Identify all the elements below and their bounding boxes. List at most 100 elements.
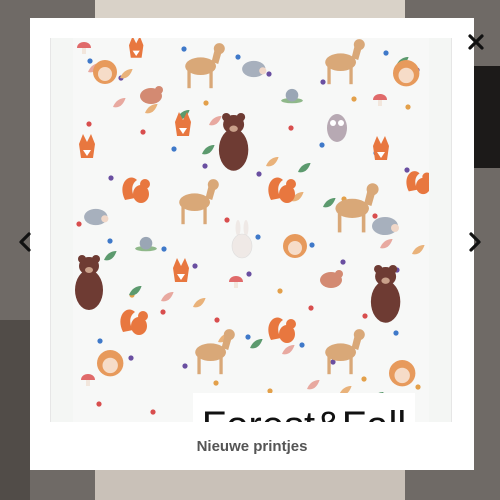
berry-motif — [277, 288, 283, 294]
berry-motif — [96, 401, 102, 407]
mushroom-motif — [373, 94, 387, 106]
hedgehog-face-motif — [93, 60, 117, 84]
fox-motif — [373, 136, 389, 160]
leaf-motif — [129, 286, 142, 296]
fabric-pattern — [73, 38, 432, 422]
owl-motif — [327, 114, 347, 142]
berry-motif — [320, 79, 326, 85]
bear-motif — [218, 112, 249, 171]
leaf-motif — [250, 339, 263, 349]
berry-motif — [245, 334, 251, 340]
berry-motif — [309, 242, 315, 248]
background-page-strip-right — [474, 66, 500, 168]
squirrel-motif — [406, 171, 432, 195]
berry-motif — [372, 213, 378, 219]
snail-motif — [281, 88, 303, 104]
berry-motif — [404, 167, 410, 173]
leaf-motif — [209, 116, 222, 126]
leaf-motif — [104, 251, 117, 261]
berry-motif — [107, 238, 113, 244]
berry-motif — [213, 380, 219, 386]
berry-motif — [108, 175, 114, 181]
leaf-motif — [380, 239, 393, 249]
mouse-motif — [140, 86, 163, 104]
hedgehog-face-motif — [283, 234, 307, 258]
squirrel-motif — [120, 309, 148, 335]
close-icon — [468, 34, 484, 50]
berry-motif — [405, 104, 411, 110]
squirrel-motif — [122, 177, 150, 203]
berry-motif — [160, 309, 166, 315]
berry-motif — [214, 317, 220, 323]
deer-motif — [179, 179, 219, 225]
berry-motif — [224, 217, 230, 223]
berry-motif — [86, 121, 92, 127]
leaf-motif — [193, 298, 206, 308]
fox-motif — [173, 258, 189, 282]
brand-title: Forest&Fall — [202, 404, 407, 423]
deer-motif — [195, 329, 235, 375]
leaf-motif — [145, 104, 158, 114]
berry-motif — [299, 342, 305, 348]
berry-motif — [161, 246, 167, 252]
berry-motif — [362, 313, 368, 319]
mushroom-motif — [77, 42, 91, 54]
berry-motif — [87, 58, 93, 64]
berry-motif — [76, 221, 82, 227]
hedgehog-motif — [84, 208, 109, 226]
deer-motif — [325, 39, 365, 85]
brand-label: Forest&Fall — [193, 393, 415, 422]
leaf-motif — [120, 69, 133, 79]
leaf-motif — [202, 145, 215, 155]
mushroom-motif — [229, 276, 243, 288]
hedgehog-motif — [242, 60, 267, 78]
mushroom-motif — [81, 374, 95, 386]
leaf-motif — [161, 292, 174, 302]
bear-motif — [370, 264, 401, 323]
berry-motif — [308, 305, 314, 311]
leaf-motif — [266, 157, 279, 167]
berry-motif — [192, 263, 198, 269]
squirrel-motif — [268, 177, 296, 203]
berry-motif — [361, 376, 367, 382]
berry-motif — [128, 355, 134, 361]
berry-motif — [393, 330, 399, 336]
next-image-button[interactable] — [462, 228, 488, 256]
squirrel-motif — [268, 317, 296, 343]
berry-motif — [140, 129, 146, 135]
berry-motif — [288, 125, 294, 131]
bunny-motif — [231, 220, 253, 259]
leaf-motif — [307, 380, 320, 390]
hedgehog-face-motif — [97, 350, 124, 377]
berry-motif — [203, 100, 209, 106]
deer-motif — [325, 329, 365, 375]
background-page-strip-bottom — [95, 470, 405, 500]
berry-motif — [202, 163, 208, 169]
close-button[interactable] — [462, 28, 490, 56]
fox-motif — [79, 134, 95, 158]
product-photo: Forest&Fall — [50, 38, 452, 422]
chevron-right-icon — [469, 232, 481, 252]
mouse-motif — [320, 270, 343, 288]
snail-motif — [135, 236, 157, 252]
bear-motif — [75, 255, 103, 310]
berry-motif — [171, 146, 177, 152]
berry-motif — [181, 46, 187, 52]
berry-motif — [255, 234, 261, 240]
berry-motif — [256, 171, 262, 177]
previous-image-button[interactable] — [12, 228, 38, 256]
berry-motif — [351, 96, 357, 102]
background-page-strip-top — [95, 0, 405, 18]
berry-motif — [415, 384, 421, 390]
berry-motif — [266, 71, 272, 77]
berry-motif — [319, 142, 325, 148]
hedgehog-motif — [372, 217, 399, 235]
background-page-shade-left — [0, 320, 30, 500]
hedgehog-face-motif — [393, 60, 420, 87]
berry-motif — [182, 363, 188, 369]
image-caption: Nieuwe printjes — [196, 438, 308, 455]
berry-motif — [340, 259, 346, 265]
leaf-motif — [113, 98, 126, 108]
leaf-motif — [282, 345, 295, 355]
woodland-animal-pattern — [75, 38, 432, 419]
